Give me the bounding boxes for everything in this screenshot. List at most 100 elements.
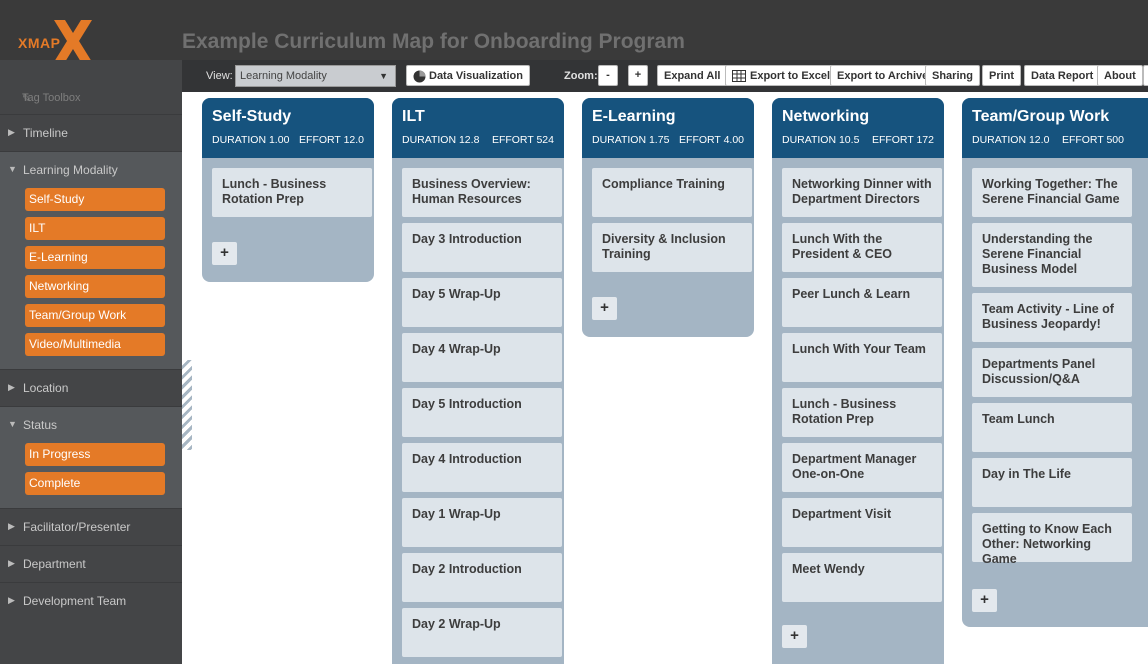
about-button[interactable]: About xyxy=(1097,65,1143,86)
section-label: Location xyxy=(23,381,69,395)
card[interactable]: Getting to Know Each Other: Networking G… xyxy=(972,513,1132,566)
spreadsheet-icon xyxy=(732,70,746,82)
tag-video-multimedia[interactable]: Video/Multimedia xyxy=(25,333,165,356)
data-visualization-label: Data Visualization xyxy=(429,70,523,82)
tag-in-progress[interactable]: In Progress xyxy=(25,443,165,466)
effort: EFFORT 172 xyxy=(871,134,934,146)
add-card-button[interactable]: + xyxy=(592,297,617,320)
add-card-button[interactable]: + xyxy=(212,242,237,265)
column-title: Self-Study xyxy=(212,108,292,125)
section-label: Timeline xyxy=(23,126,68,140)
card[interactable]: Business Overview: Human Resources xyxy=(402,168,562,217)
section-label: Development Team xyxy=(23,594,127,608)
card[interactable]: Networking Dinner with Department Direct… xyxy=(782,168,942,217)
chevron-down-icon: ▼ xyxy=(379,71,388,81)
collapse-arrow-icon: ▼ xyxy=(8,164,17,174)
print-button[interactable]: Print xyxy=(982,65,1022,86)
card[interactable]: Lunch With Your Team xyxy=(782,333,942,382)
column-title: Networking xyxy=(782,108,870,125)
card[interactable]: Compliance Training xyxy=(592,168,752,217)
tag-networking[interactable]: Networking xyxy=(25,275,165,298)
card[interactable]: Lunch With the President & CEO xyxy=(782,223,942,272)
card[interactable]: Working Together: The Serene Financial G… xyxy=(972,168,1132,217)
export-to-archive-button[interactable]: Export to Archive xyxy=(830,65,936,86)
column-networking: Networking DURATION 10.5 EFFORT 172 Netwo… xyxy=(772,98,944,664)
card[interactable]: Day 4 Introduction xyxy=(402,443,562,492)
pie-chart-icon xyxy=(413,70,426,83)
sidebar-section-timeline[interactable]: ▶ Timeline xyxy=(0,114,182,151)
expand-arrow-icon: ▶ xyxy=(8,127,15,137)
sidebar-section-location[interactable]: ▶ Location xyxy=(0,369,182,406)
tag-complete[interactable]: Complete xyxy=(25,472,165,495)
export-to-excel-button[interactable]: Export to Excel xyxy=(725,65,838,86)
column-self-study: Self-Study DURATION 1.00 EFFORT 12.0 Lunc… xyxy=(202,98,374,282)
card[interactable]: Lunch - Business Rotation Prep xyxy=(212,168,372,217)
tag-team-group-work[interactable]: Team/Group Work xyxy=(25,304,165,327)
card[interactable]: Day 2 Wrap-Up xyxy=(402,608,562,657)
sidebar-section-department[interactable]: ▶ Department xyxy=(0,545,182,582)
column-header[interactable]: ILT DURATION 12.8 EFFORT 524 xyxy=(392,98,564,158)
card[interactable]: Peer Lunch & Learn xyxy=(782,278,942,327)
column-header[interactable]: E-Learning DURATION 1.75 EFFORT 4.00 xyxy=(582,98,754,158)
view-select-value: Learning Modality xyxy=(240,70,327,82)
data-report-button[interactable]: Data Report xyxy=(1024,65,1101,86)
column-header[interactable]: Team/Group Work DURATION 12.0 EFFORT 500 xyxy=(962,98,1148,158)
zoom-out-button[interactable]: - xyxy=(598,65,618,86)
column-team-group-work: Team/Group Work DURATION 12.0 EFFORT 500 … xyxy=(962,98,1148,627)
sidebar-section-development-team[interactable]: ▶ Development Team xyxy=(0,582,182,619)
zoom-label: Zoom: xyxy=(564,70,598,82)
sidebar-section-facilitator-presenter[interactable]: ▶ Facilitator/Presenter xyxy=(0,508,182,545)
section-header[interactable]: ▼ Status xyxy=(0,406,182,443)
sharing-button[interactable]: Sharing xyxy=(925,65,980,86)
section-label: Learning Modality xyxy=(23,163,118,177)
card[interactable]: Understanding the Serene Financial Busin… xyxy=(972,223,1132,287)
expand-all-button[interactable]: Expand All xyxy=(657,65,728,86)
effort: EFFORT 524 xyxy=(491,134,554,146)
effort: EFFORT 500 xyxy=(1061,134,1124,146)
logo-x-icon xyxy=(54,20,92,62)
column-header[interactable]: Self-Study DURATION 1.00 EFFORT 12.0 xyxy=(202,98,374,158)
view-label: View: xyxy=(206,70,233,82)
section-header[interactable]: ▼ Learning Modality xyxy=(0,151,182,188)
column-header[interactable]: Networking DURATION 10.5 EFFORT 172 xyxy=(772,98,944,158)
card[interactable]: Lunch - Business Rotation Prep xyxy=(782,388,942,437)
card[interactable]: Department Manager One-on-One xyxy=(782,443,942,492)
effort: EFFORT 12.0 xyxy=(299,134,364,146)
column-ilt: ILT DURATION 12.8 EFFORT 524 Business Ove… xyxy=(392,98,564,664)
expand-arrow-icon: ▶ xyxy=(8,521,15,531)
tag-e-learning[interactable]: E-Learning xyxy=(25,246,165,269)
tag-self-study[interactable]: Self-Study xyxy=(25,188,165,211)
data-visualization-button[interactable]: Data Visualization xyxy=(406,65,530,86)
tag-ilt[interactable]: ILT xyxy=(25,217,165,240)
card[interactable]: Diversity & Inclusion Training xyxy=(592,223,752,272)
card[interactable]: Day 4 Wrap-Up xyxy=(402,333,562,382)
card[interactable]: Day 1 Wrap-Up xyxy=(402,498,562,547)
card[interactable]: Team Activity - Line of Business Jeopard… xyxy=(972,293,1132,342)
expand-arrow-icon: ▶ xyxy=(8,595,15,605)
card[interactable]: Day 2 Introduction xyxy=(402,553,562,602)
add-card-button[interactable]: + xyxy=(782,625,807,648)
card[interactable]: Day 3 Introduction xyxy=(402,223,562,272)
section-label: Status xyxy=(23,418,58,432)
expand-arrow-icon: ▶ xyxy=(8,558,15,568)
tag-toolbox-header: Tag Toolbox ✎ xyxy=(0,82,182,114)
section-label: Facilitator/Presenter xyxy=(23,520,131,534)
sidebar-section-learning-modality: ▼ Learning Modality Self-Study ILT E-Lear… xyxy=(0,151,182,369)
card[interactable]: Meet Wendy xyxy=(782,553,942,602)
sidebar-resize-handle[interactable] xyxy=(182,360,192,450)
top-header: XMAP Example Curriculum Map for Onboardi… xyxy=(0,0,1148,62)
pencil-icon[interactable]: ✎ xyxy=(22,92,31,105)
card[interactable]: Department Visit xyxy=(782,498,942,547)
overflow-button[interactable] xyxy=(1143,65,1148,86)
card[interactable]: Team Lunch xyxy=(972,403,1132,452)
zoom-in-button[interactable]: + xyxy=(628,65,648,86)
card[interactable]: Day in The Life xyxy=(972,458,1132,507)
card[interactable]: Day 5 Introduction xyxy=(402,388,562,437)
duration: DURATION 1.75 xyxy=(592,134,670,146)
column-title: E-Learning xyxy=(592,108,676,125)
view-select[interactable]: Learning Modality ▼ xyxy=(235,65,396,87)
card[interactable]: Departments Panel Discussion/Q&A xyxy=(972,348,1132,397)
card[interactable]: Day 5 Wrap-Up xyxy=(402,278,562,327)
add-card-button[interactable]: + xyxy=(972,589,997,612)
column-e-learning: E-Learning DURATION 1.75 EFFORT 4.00 Comp… xyxy=(582,98,754,337)
